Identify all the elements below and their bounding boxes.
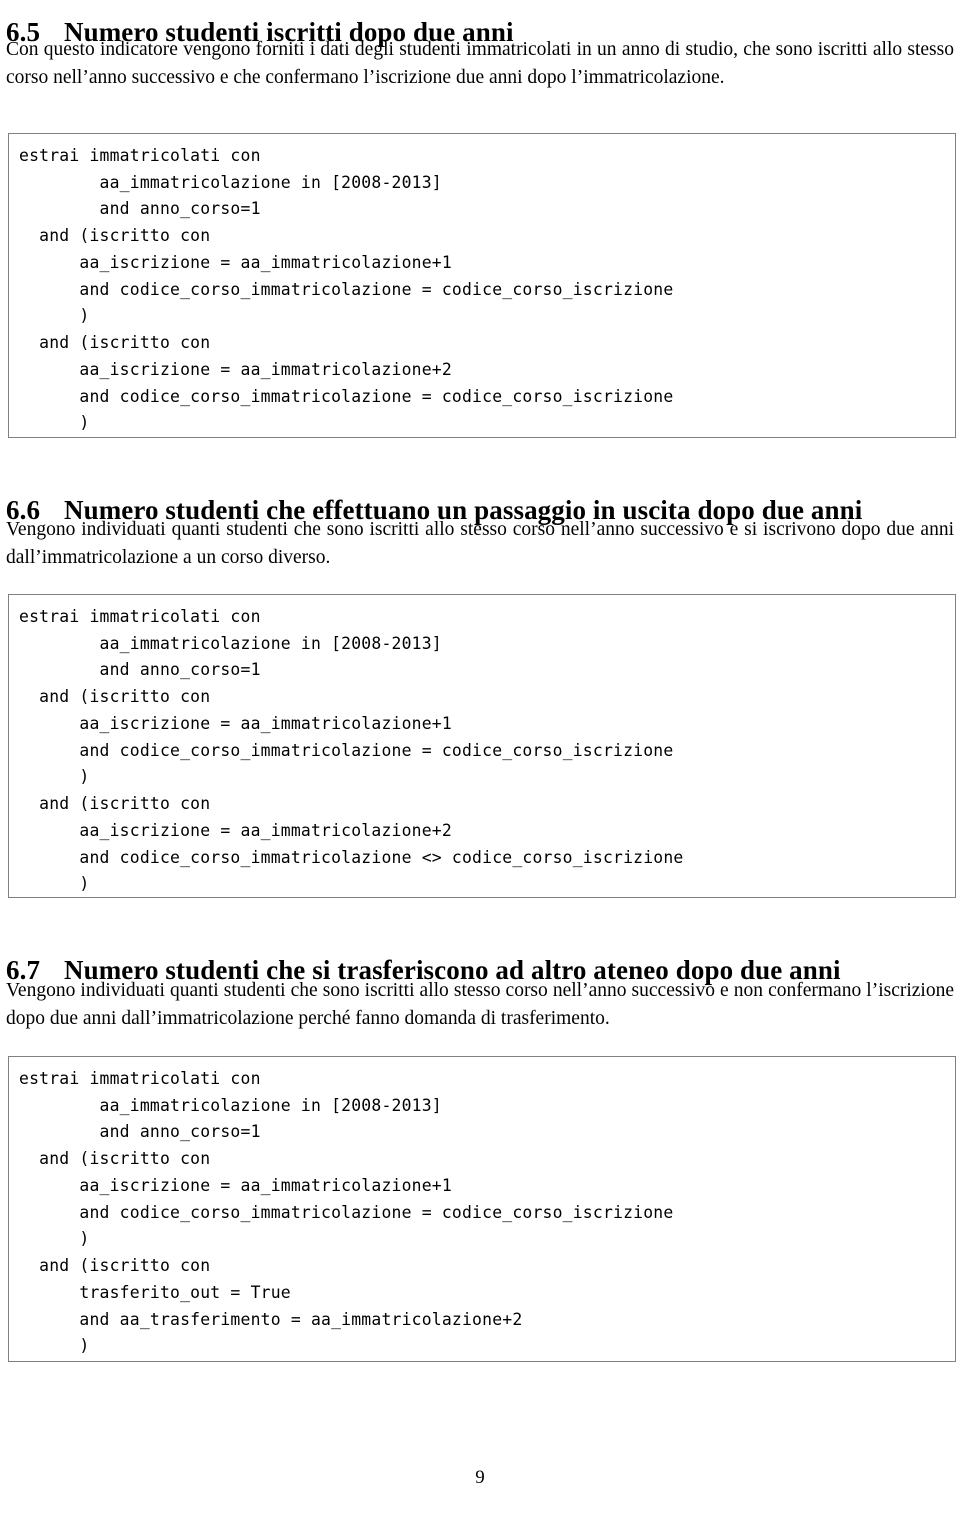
code-block-6-5: estrai immatricolati con aa_immatricolaz… — [8, 133, 956, 438]
document-page: 6.5 Numero studenti iscritti dopo due an… — [0, 0, 960, 1513]
page-number: 9 — [475, 1467, 485, 1488]
code-text: estrai immatricolati con aa_immatricolaz… — [19, 607, 684, 894]
code-text: estrai immatricolati con aa_immatricolaz… — [19, 1069, 674, 1356]
code-text: estrai immatricolati con aa_immatricolaz… — [19, 146, 674, 433]
section-paragraph-6-5: Con questo indicatore vengono forniti i … — [6, 39, 954, 88]
code-block-6-6: estrai immatricolati con aa_immatricolaz… — [8, 594, 956, 898]
code-block-6-7: estrai immatricolati con aa_immatricolaz… — [8, 1056, 956, 1362]
section-paragraph-6-6: Vengono individuati quanti studenti che … — [6, 519, 954, 568]
section-paragraph-6-7: Vengono individuati quanti studenti che … — [6, 980, 954, 1029]
